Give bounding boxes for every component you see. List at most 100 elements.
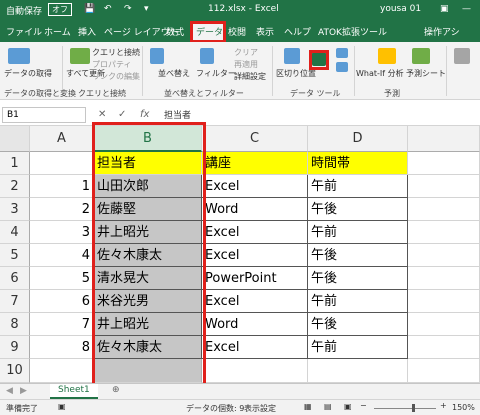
cell[interactable]: 8 [30, 336, 94, 359]
formula-input[interactable]: 担当者 [164, 108, 191, 121]
advanced-filter-button[interactable]: 詳細設定 [234, 71, 266, 82]
tab-help[interactable]: ヘルプ [284, 25, 311, 38]
row-header[interactable]: 4 [0, 221, 30, 244]
cell[interactable] [408, 175, 480, 198]
cell[interactable]: Excel [202, 175, 308, 198]
filter-button[interactable]: フィルター [196, 68, 236, 79]
cancel-icon[interactable]: ✕ [98, 109, 106, 120]
cell[interactable] [408, 313, 480, 336]
tab-view[interactable]: 表示 [256, 25, 274, 38]
page-layout-view-icon[interactable]: ▤ [324, 402, 332, 411]
cell[interactable] [408, 290, 480, 313]
minimize-icon[interactable]: — [462, 4, 471, 14]
row-header[interactable]: 9 [0, 336, 30, 359]
display-settings-button[interactable]: 表示設定 [244, 403, 276, 414]
clear-button[interactable]: クリア [234, 47, 258, 58]
cell[interactable]: 1 [30, 175, 94, 198]
zoom-slider-handle[interactable] [412, 404, 415, 412]
cell[interactable]: PowerPoint [202, 267, 308, 290]
row-header[interactable]: 3 [0, 198, 30, 221]
cell[interactable]: Excel [202, 336, 308, 359]
ribbon-options-icon[interactable]: ▣ [440, 4, 449, 14]
tab-file[interactable]: ファイル [6, 25, 42, 38]
zoom-slider[interactable] [374, 408, 436, 409]
tab-review[interactable]: 校閲 [228, 25, 246, 38]
sort-button[interactable]: 並べ替え [158, 68, 190, 79]
whatif-button[interactable]: What-If 分析 [356, 68, 404, 79]
save-icon[interactable]: 💾 [84, 4, 95, 14]
zoom-level[interactable]: 150% [452, 403, 475, 412]
undo-icon[interactable]: ↶ [104, 4, 112, 14]
normal-view-icon[interactable]: ▦ [304, 402, 312, 411]
edit-links-button[interactable]: リンクの編集 [92, 71, 140, 82]
page-break-view-icon[interactable]: ▣ [344, 402, 352, 411]
tab-atok[interactable]: ATOK拡張ツール [318, 25, 387, 38]
cell[interactable]: Excel [202, 244, 308, 267]
row-header[interactable]: 6 [0, 267, 30, 290]
cell[interactable] [30, 359, 94, 383]
insert-function-button[interactable]: fx [140, 109, 149, 120]
macro-record-icon[interactable]: ▣ [58, 402, 66, 411]
column-header-d[interactable]: D [308, 126, 408, 152]
row-header[interactable]: 1 [0, 152, 30, 175]
data-validation-icon[interactable] [336, 48, 348, 58]
properties-button[interactable]: プロパティ [92, 59, 132, 70]
cell[interactable]: 7 [30, 313, 94, 336]
qat-dropdown-icon[interactable]: ▾ [144, 4, 149, 14]
cell[interactable]: Word [202, 198, 308, 221]
cell[interactable]: Word [202, 313, 308, 336]
cell[interactable]: 3 [30, 221, 94, 244]
name-box[interactable]: B1 [2, 107, 86, 123]
row-header[interactable]: 10 [0, 359, 30, 383]
cell[interactable]: Excel [202, 290, 308, 313]
cell[interactable] [408, 198, 480, 221]
get-data-button[interactable]: データの取得 [4, 68, 52, 79]
outline-icon[interactable] [454, 48, 470, 64]
zoom-out-icon[interactable]: − [360, 401, 367, 410]
row-header[interactable]: 7 [0, 290, 30, 313]
cell[interactable] [408, 267, 480, 290]
cell[interactable] [408, 152, 480, 175]
row-header[interactable]: 5 [0, 244, 30, 267]
tab-formulas[interactable]: 数式 [166, 25, 184, 38]
redo-icon[interactable]: ↷ [124, 4, 132, 14]
cell[interactable]: 6 [30, 290, 94, 313]
row-header[interactable]: 8 [0, 313, 30, 336]
cell[interactable]: 午前 [308, 336, 408, 359]
reapply-button[interactable]: 再適用 [234, 59, 258, 70]
next-sheet-icon[interactable]: ▶ [20, 386, 27, 396]
cell[interactable]: 午前 [308, 175, 408, 198]
select-all-corner[interactable] [0, 126, 30, 152]
row-header[interactable]: 2 [0, 175, 30, 198]
user-name[interactable]: yousa 01 [380, 4, 421, 14]
prev-sheet-icon[interactable]: ◀ [6, 386, 13, 396]
autosave-toggle[interactable]: オフ [48, 3, 72, 16]
cell[interactable]: 午後 [308, 244, 408, 267]
cell[interactable]: 講座 [202, 152, 308, 175]
tab-tell-me[interactable]: 操作アシ [424, 25, 460, 38]
forecast-sheet-button[interactable]: 予測シート [406, 68, 446, 79]
column-header-e[interactable] [408, 126, 480, 152]
queries-button[interactable]: クエリと接続 [92, 47, 140, 58]
cell[interactable]: 2 [30, 198, 94, 221]
cell[interactable] [30, 152, 94, 175]
cell[interactable]: 時間帯 [308, 152, 408, 175]
cell[interactable] [408, 244, 480, 267]
cell[interactable] [408, 221, 480, 244]
cell[interactable]: 午前 [308, 221, 408, 244]
cell[interactable] [308, 359, 408, 383]
column-header-a[interactable]: A [30, 126, 94, 152]
cell[interactable]: 午後 [308, 198, 408, 221]
cell[interactable] [408, 336, 480, 359]
cell[interactable]: 5 [30, 267, 94, 290]
enter-icon[interactable]: ✓ [118, 109, 126, 120]
cell[interactable]: 午後 [308, 313, 408, 336]
tab-insert[interactable]: 挿入 [78, 25, 96, 38]
tab-home[interactable]: ホーム [44, 25, 71, 38]
add-sheet-icon[interactable]: ⊕ [112, 385, 120, 395]
cell[interactable]: 午前 [308, 290, 408, 313]
column-header-c[interactable]: C [202, 126, 308, 152]
consolidate-icon[interactable] [336, 62, 348, 72]
cell[interactable] [202, 359, 308, 383]
cell[interactable]: 4 [30, 244, 94, 267]
